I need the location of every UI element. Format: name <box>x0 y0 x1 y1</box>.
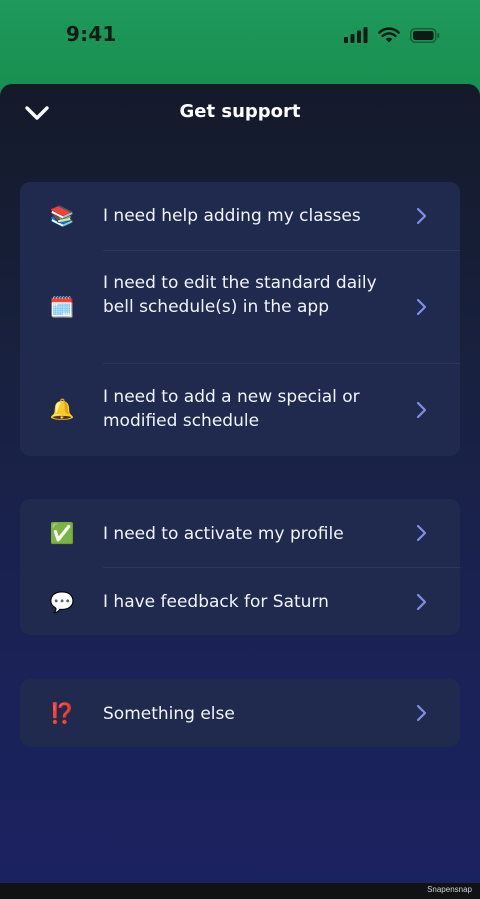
wifi-icon <box>378 27 400 43</box>
status-time: 9:41 <box>66 22 117 46</box>
support-group-setup: 📚 I need help adding my classes 🗓️ I nee… <box>20 182 460 456</box>
speech-bubble-icon: 💬 <box>49 590 75 614</box>
chevron-right-icon <box>416 298 427 316</box>
books-icon: 📚 <box>49 204 75 228</box>
support-group-account: ✅ I need to activate my profile 💬 I have… <box>20 499 460 635</box>
chevron-right-icon <box>416 524 427 542</box>
check-mark-icon: ✅ <box>49 521 75 545</box>
support-option-edit-bell-schedule[interactable]: 🗓️ I need to edit the standard daily bel… <box>20 251 460 363</box>
support-option-label: Something else <box>103 704 235 724</box>
sheet-header: Get support <box>0 84 480 142</box>
calendar-icon: 🗓️ <box>49 295 75 319</box>
status-bar: 9:41 <box>0 0 480 84</box>
support-option-label: I need to activate my profile <box>103 524 344 544</box>
chevron-right-icon <box>416 593 427 611</box>
page-title: Get support <box>179 101 301 122</box>
chevron-right-icon <box>416 401 427 419</box>
status-icons <box>344 25 440 45</box>
support-group-other: ⁉️ Something else <box>20 679 460 747</box>
exclamation-question-icon: ⁉️ <box>49 701 75 725</box>
support-option-add-special-schedule[interactable]: 🔔 I need to add a new special or modifie… <box>20 364 460 456</box>
chevron-right-icon <box>416 704 427 722</box>
support-option-add-classes[interactable]: 📚 I need help adding my classes <box>20 182 460 250</box>
support-option-activate-profile[interactable]: ✅ I need to activate my profile <box>20 499 460 567</box>
support-sheet: Get support 📚 I need help adding my clas… <box>0 84 480 883</box>
watermark-text: Snapensnap <box>427 885 472 894</box>
chevron-right-icon <box>416 207 427 225</box>
support-option-feedback[interactable]: 💬 I have feedback for Saturn <box>20 568 460 635</box>
support-option-label: I have feedback for Saturn <box>103 592 329 612</box>
support-option-label: I need to edit the standard daily bell s… <box>103 273 377 317</box>
bell-icon: 🔔 <box>49 397 75 421</box>
support-option-something-else[interactable]: ⁉️ Something else <box>20 679 460 747</box>
battery-icon <box>410 27 440 43</box>
support-option-label: I need help adding my classes <box>103 206 361 226</box>
bottom-bar: Snapensnap <box>0 883 480 899</box>
support-option-label: I need to add a new special or modified … <box>103 387 360 431</box>
cellular-signal-icon <box>344 27 368 43</box>
